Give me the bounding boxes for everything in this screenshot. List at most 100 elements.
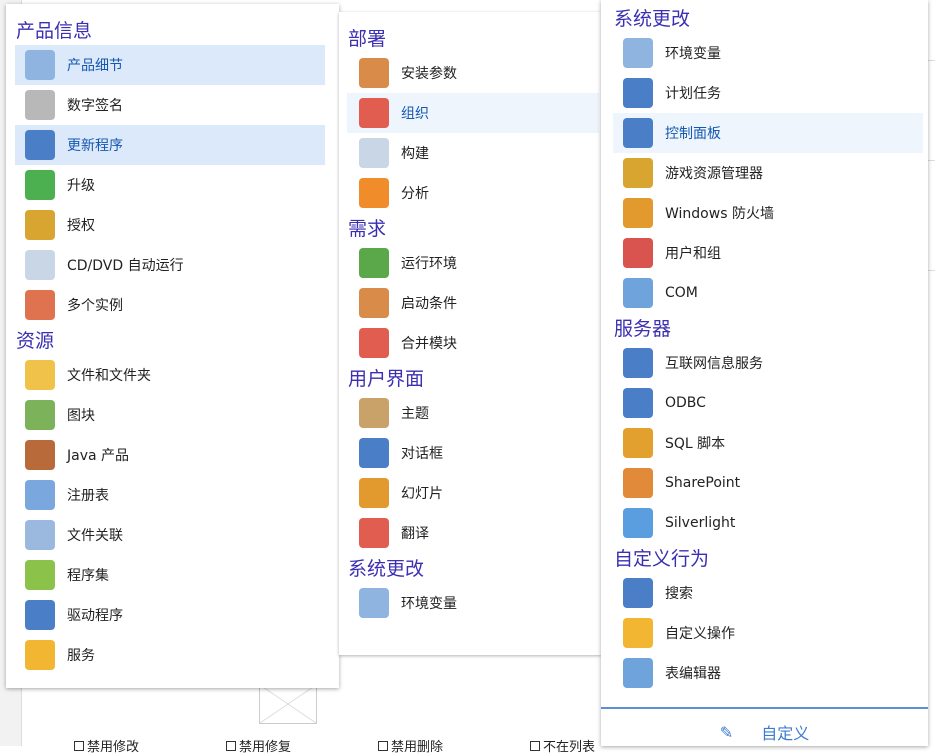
merge-module-icon — [359, 328, 389, 358]
key-check-icon — [25, 210, 55, 240]
menu-item[interactable]: 计划任务 — [613, 73, 923, 113]
menu-item-label: 分析 — [401, 186, 429, 202]
menu-item[interactable]: Java 产品 — [15, 435, 325, 475]
customize-label: 自定义 — [761, 724, 810, 743]
menu-item-label: 构建 — [401, 146, 429, 162]
menu-item[interactable]: 组织 — [347, 93, 599, 133]
section-header: 产品信息 — [16, 20, 93, 42]
section-header: 需求 — [348, 218, 387, 240]
menu-item-label: 更新程序 — [67, 138, 123, 154]
menu-item-label: 幻灯片 — [401, 486, 443, 502]
launch-condition-icon — [359, 288, 389, 318]
globe-update-icon — [25, 130, 55, 160]
menu-item-label: 对话框 — [401, 446, 443, 462]
menu-item[interactable]: 自定义操作 — [613, 613, 923, 653]
menu-item-label: 文件关联 — [67, 528, 123, 544]
menu-item[interactable]: 程序集 — [15, 555, 325, 595]
menu-item[interactable]: 更新程序 — [15, 125, 325, 165]
menu-item-label: 注册表 — [67, 488, 109, 504]
menu-item[interactable]: 文件关联 — [15, 515, 325, 555]
menu-item[interactable]: 注册表 — [15, 475, 325, 515]
menu-item-label: 程序集 — [67, 568, 109, 584]
section-header: 资源 — [16, 330, 55, 352]
firewall-icon — [623, 198, 653, 228]
menu-item-label: 翻译 — [401, 526, 429, 542]
menu-item-label: 游戏资源管理器 — [665, 166, 763, 182]
odbc-database-icon — [623, 388, 653, 418]
signature-icon — [25, 90, 55, 120]
install-box-icon — [359, 58, 389, 88]
cd-hand-icon — [25, 50, 55, 80]
menu-item[interactable]: 驱动程序 — [15, 595, 325, 635]
menu-item-label: 图块 — [67, 408, 95, 424]
menu-item[interactable]: 翻译 — [347, 513, 599, 553]
menu-item[interactable]: 互联网信息服务 — [613, 343, 923, 383]
slideshow-icon — [359, 478, 389, 508]
iis-globe-icon — [623, 348, 653, 378]
menu-item[interactable]: 授权 — [15, 205, 325, 245]
menu-item[interactable]: 游戏资源管理器 — [613, 153, 923, 193]
menu-item[interactable]: Silverlight — [613, 503, 923, 543]
silverlight-icon — [623, 508, 653, 538]
menu-item[interactable]: 分析 — [347, 173, 599, 213]
cd-play-icon — [25, 250, 55, 280]
palette-icon — [359, 398, 389, 428]
menu-item[interactable]: CD/DVD 自动运行 — [15, 245, 325, 285]
customize-button[interactable]: ✎ 自定义 — [601, 718, 928, 746]
menu-item-label: 计划任务 — [665, 86, 721, 102]
menu-item[interactable]: 图块 — [15, 395, 325, 435]
menu-item[interactable]: 产品细节 — [15, 45, 325, 85]
service-gear-icon — [25, 640, 55, 670]
menu-item[interactable]: 环境变量 — [347, 583, 599, 623]
menu-item-label: SharePoint — [665, 475, 741, 491]
menu-item-label: 运行环境 — [401, 256, 457, 272]
section-header: 系统更改 — [614, 8, 691, 30]
menu-item-label: 环境变量 — [665, 46, 721, 62]
env-variables-icon — [623, 38, 653, 68]
menu-item-label: 产品细节 — [67, 58, 123, 74]
menu-item[interactable]: 用户和组 — [613, 233, 923, 273]
menu-item[interactable]: ODBC — [613, 383, 923, 423]
menu-item[interactable]: 数字签名 — [15, 85, 325, 125]
menu-panel-left: 产品信息产品细节数字签名更新程序升级授权 CD/DVD 自动运行多个实例 资源文件和… — [6, 4, 339, 688]
image-placeholder — [259, 684, 317, 724]
menu-item[interactable]: 表编辑器 — [613, 653, 923, 693]
section-header: 部署 — [348, 28, 387, 50]
menu-item[interactable]: 搜索 — [613, 573, 923, 613]
menu-item[interactable]: 运行环境 — [347, 243, 599, 283]
menu-item[interactable]: 文件和文件夹 — [15, 355, 325, 395]
analysis-chart-icon — [359, 178, 389, 208]
menu-item[interactable]: Windows 防火墙 — [613, 193, 923, 233]
menu-item-label: 启动条件 — [401, 296, 457, 312]
menu-item[interactable]: 升级 — [15, 165, 325, 205]
footer-divider — [601, 707, 928, 709]
menu-item-label: 主题 — [401, 406, 429, 422]
checklist-icon — [359, 248, 389, 278]
menu-item[interactable]: COM — [613, 273, 923, 313]
build-cd-icon — [359, 138, 389, 168]
menu-item[interactable]: 环境变量 — [613, 33, 923, 73]
menu-item[interactable]: 主题 — [347, 393, 599, 433]
menu-item[interactable]: 安装参数 — [347, 53, 599, 93]
menu-item[interactable]: 幻灯片 — [347, 473, 599, 513]
assembly-blocks-icon — [25, 560, 55, 590]
menu-item[interactable]: 控制面板 — [613, 113, 923, 153]
java-cup-icon — [25, 440, 55, 470]
menu-item-label: 授权 — [67, 218, 95, 234]
menu-item-label: 组织 — [401, 106, 429, 122]
env-variables-icon — [359, 588, 389, 618]
menu-item[interactable]: 合并模块 — [347, 323, 599, 363]
menu-item[interactable]: 构建 — [347, 133, 599, 173]
menu-item-label: 多个实例 — [67, 298, 123, 314]
menu-item[interactable]: 对话框 — [347, 433, 599, 473]
menu-item[interactable]: SQL 脚本 — [613, 423, 923, 463]
menu-item-label: Java 产品 — [67, 448, 130, 464]
menu-item[interactable]: 多个实例 — [15, 285, 325, 325]
menu-item[interactable]: SharePoint — [613, 463, 923, 503]
dialog-icon — [359, 438, 389, 468]
instances-icon — [25, 290, 55, 320]
menu-item-label: Silverlight — [665, 515, 736, 531]
menu-item[interactable]: 启动条件 — [347, 283, 599, 323]
menu-panel-middle: 部署 安装参数 组织 构建 分析 需求 运行环境 启动条件 合并模块 用户界面 主题 对话框 幻灯片 翻译… — [339, 12, 601, 655]
menu-item[interactable]: 服务 — [15, 635, 325, 675]
